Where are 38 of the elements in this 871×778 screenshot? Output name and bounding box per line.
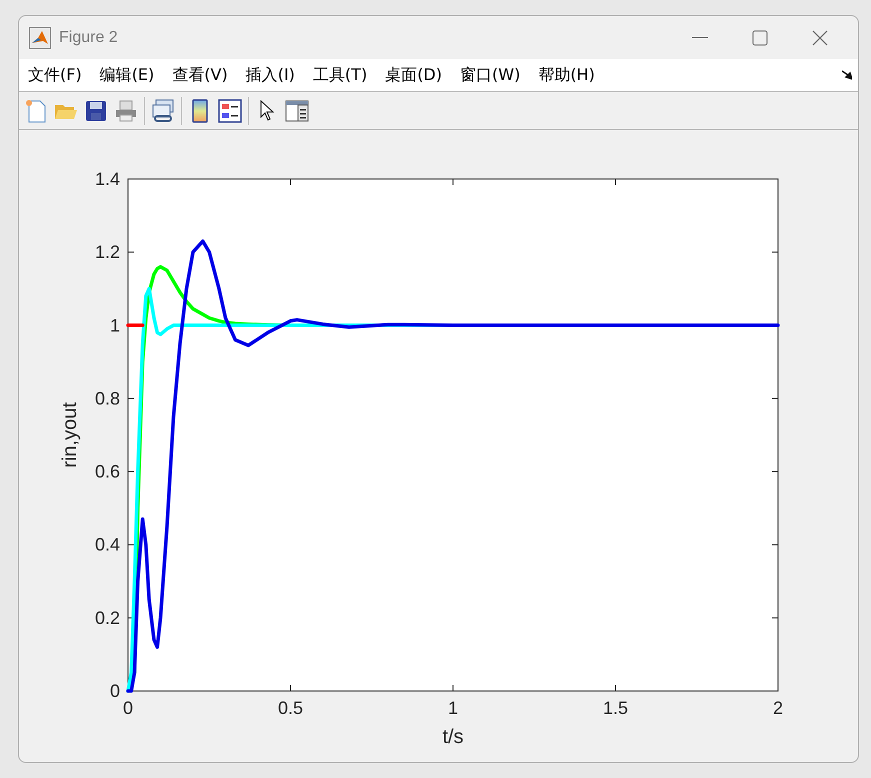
menu-item[interactable]: 桌面(D)	[382, 63, 445, 87]
new-file-icon	[25, 98, 47, 122]
colorbar-icon	[192, 98, 208, 122]
x-axis-label: t/s	[442, 726, 464, 748]
menu-item[interactable]: 文件(F)	[25, 63, 85, 87]
menu-item[interactable]: 窗口(W)	[457, 63, 524, 87]
legend-icon	[218, 98, 242, 122]
app-logo-icon	[29, 26, 51, 48]
property-panel-icon	[285, 100, 309, 122]
tick-label: 0.2	[94, 608, 120, 628]
tick-label: 1	[110, 315, 120, 336]
printer-icon	[114, 100, 138, 122]
y-axis-label: rin,yout	[59, 402, 81, 468]
minimize-icon	[692, 36, 708, 38]
tick-label: 1.5	[602, 698, 628, 718]
tick-label: 2	[773, 698, 783, 718]
menu-item[interactable]: 插入(I)	[242, 63, 298, 87]
tick-label: 0.5	[278, 698, 304, 718]
tick-label: 0	[123, 698, 133, 718]
dock-arrow-icon[interactable]	[842, 70, 852, 80]
tick-label: 1.4	[94, 169, 120, 189]
menu-item[interactable]: 查看(V)	[169, 63, 231, 87]
menu-item[interactable]: 帮助(H)	[535, 63, 598, 87]
menu-item[interactable]: 工具(T)	[310, 63, 370, 87]
save-icon	[85, 100, 107, 122]
tick-label: 0	[110, 681, 120, 701]
tick-label: 1.2	[94, 242, 120, 262]
close-icon	[812, 30, 828, 46]
legend-button[interactable]	[216, 96, 244, 124]
tick-label: 0.4	[94, 534, 120, 555]
tick-label: 0.8	[94, 388, 120, 408]
tick-label: 0.6	[94, 462, 120, 482]
pointer-icon	[259, 100, 275, 122]
menu-item[interactable]: 编辑(E)	[96, 63, 158, 87]
linked-windows-icon	[151, 98, 175, 122]
maximize-icon	[752, 30, 768, 46]
tick-label: 1	[448, 698, 458, 718]
window-title: Figure 2	[59, 28, 118, 48]
